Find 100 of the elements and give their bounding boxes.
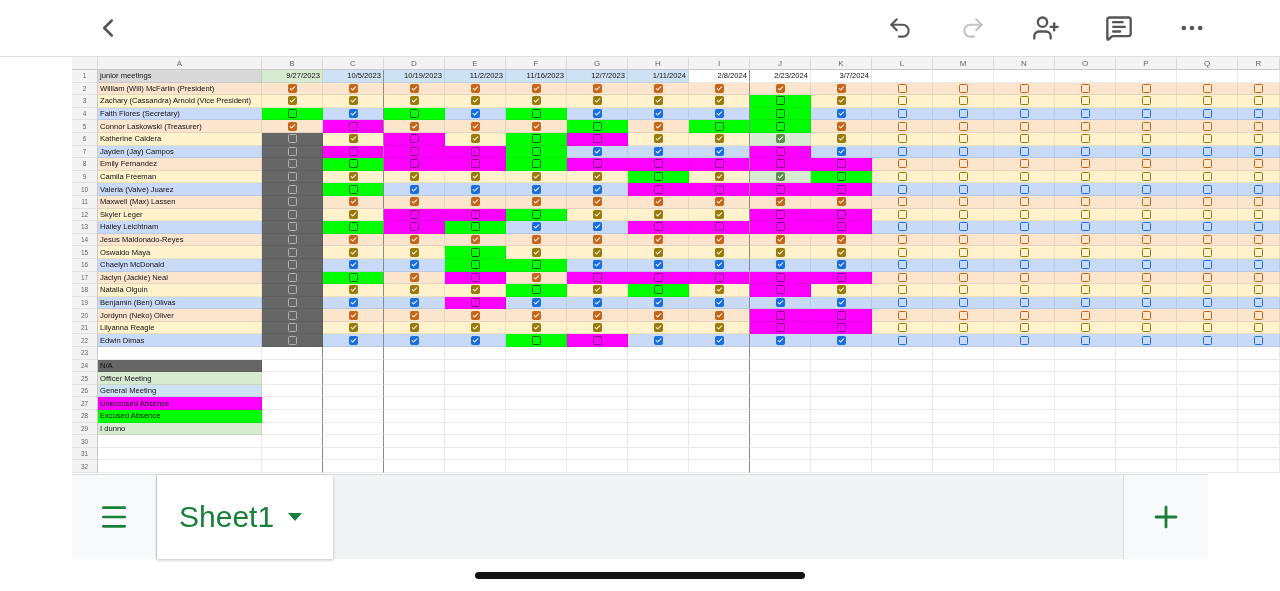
checkbox[interactable] xyxy=(470,184,480,194)
checkbox[interactable] xyxy=(531,272,541,282)
checkbox[interactable] xyxy=(714,209,724,219)
checkbox[interactable] xyxy=(714,222,724,232)
checkbox[interactable] xyxy=(1254,96,1263,106)
checkbox[interactable] xyxy=(1254,172,1263,182)
checkbox[interactable] xyxy=(836,184,846,194)
checkbox[interactable] xyxy=(531,247,541,257)
checkbox[interactable] xyxy=(1202,310,1212,320)
checkbox[interactable] xyxy=(775,335,785,345)
checkbox[interactable] xyxy=(592,209,602,219)
checkbox[interactable] xyxy=(287,272,297,282)
checkbox[interactable] xyxy=(1080,272,1090,282)
checkbox[interactable] xyxy=(1080,172,1090,182)
checkbox[interactable] xyxy=(1019,197,1029,207)
checkbox[interactable] xyxy=(653,184,663,194)
checkbox[interactable] xyxy=(653,172,663,182)
checkbox[interactable] xyxy=(409,184,419,194)
sheet-list-icon[interactable] xyxy=(72,475,157,559)
checkbox[interactable] xyxy=(592,235,602,244)
checkbox[interactable] xyxy=(1202,298,1212,307)
checkbox[interactable] xyxy=(470,298,480,307)
sheet-tab[interactable]: Sheet1 xyxy=(157,475,333,559)
checkbox[interactable] xyxy=(897,235,907,244)
checkbox[interactable] xyxy=(836,285,846,295)
column-header[interactable]: K xyxy=(811,57,872,70)
checkbox[interactable] xyxy=(592,222,602,232)
checkbox[interactable] xyxy=(1080,335,1090,345)
checkbox[interactable] xyxy=(1080,235,1090,244)
checkbox[interactable] xyxy=(714,335,724,345)
checkbox[interactable] xyxy=(653,335,663,345)
checkbox[interactable] xyxy=(470,335,480,345)
checkbox[interactable] xyxy=(897,323,907,333)
checkbox[interactable] xyxy=(714,285,724,295)
checkbox[interactable] xyxy=(409,310,419,320)
checkbox[interactable] xyxy=(1141,209,1151,219)
checkbox[interactable] xyxy=(470,222,480,232)
checkbox[interactable] xyxy=(958,159,968,169)
checkbox[interactable] xyxy=(1141,310,1151,320)
checkbox[interactable] xyxy=(775,310,785,320)
checkbox[interactable] xyxy=(348,109,358,119)
checkbox[interactable] xyxy=(1254,335,1263,345)
checkbox[interactable] xyxy=(531,172,541,182)
checkbox[interactable] xyxy=(287,134,297,144)
checkbox[interactable] xyxy=(714,310,724,320)
checkbox[interactable] xyxy=(1141,121,1151,131)
checkbox[interactable] xyxy=(1202,272,1212,282)
checkbox[interactable] xyxy=(409,197,419,207)
checkbox[interactable] xyxy=(348,121,358,131)
checkbox[interactable] xyxy=(409,335,419,345)
checkbox[interactable] xyxy=(958,121,968,131)
checkbox[interactable] xyxy=(714,172,724,182)
checkbox[interactable] xyxy=(287,209,297,219)
column-header[interactable]: G xyxy=(567,57,628,70)
column-header[interactable]: R xyxy=(1238,57,1280,70)
checkbox[interactable] xyxy=(958,235,968,244)
add-sheet-icon[interactable] xyxy=(1123,475,1208,559)
checkbox[interactable] xyxy=(775,247,785,257)
checkbox[interactable] xyxy=(409,134,419,144)
checkbox[interactable] xyxy=(775,96,785,106)
checkbox[interactable] xyxy=(1254,197,1263,207)
checkbox[interactable] xyxy=(470,172,480,182)
checkbox[interactable] xyxy=(348,184,358,194)
checkbox[interactable] xyxy=(653,134,663,144)
checkbox[interactable] xyxy=(1019,310,1029,320)
checkbox[interactable] xyxy=(897,109,907,119)
checkbox[interactable] xyxy=(1254,109,1263,119)
checkbox[interactable] xyxy=(1254,222,1263,232)
column-header[interactable]: A xyxy=(98,57,262,70)
checkbox[interactable] xyxy=(836,335,846,345)
checkbox[interactable] xyxy=(1019,335,1029,345)
checkbox[interactable] xyxy=(897,335,907,345)
checkbox[interactable] xyxy=(592,323,602,333)
checkbox[interactable] xyxy=(470,134,480,144)
checkbox[interactable] xyxy=(775,159,785,169)
checkbox[interactable] xyxy=(348,272,358,282)
checkbox[interactable] xyxy=(897,121,907,131)
checkbox[interactable] xyxy=(1019,134,1029,144)
checkbox[interactable] xyxy=(470,272,480,282)
checkbox[interactable] xyxy=(592,260,602,270)
checkbox[interactable] xyxy=(958,310,968,320)
checkbox[interactable] xyxy=(348,323,358,333)
checkbox[interactable] xyxy=(714,109,724,119)
checkbox[interactable] xyxy=(287,184,297,194)
checkbox[interactable] xyxy=(592,285,602,295)
checkbox[interactable] xyxy=(958,285,968,295)
checkbox[interactable] xyxy=(592,197,602,207)
checkbox[interactable] xyxy=(1080,310,1090,320)
checkbox[interactable] xyxy=(348,222,358,232)
column-header[interactable]: F xyxy=(506,57,567,70)
checkbox[interactable] xyxy=(348,159,358,169)
checkbox[interactable] xyxy=(1202,134,1212,144)
checkbox[interactable] xyxy=(409,285,419,295)
checkbox[interactable] xyxy=(958,83,968,93)
checkbox[interactable] xyxy=(409,272,419,282)
checkbox[interactable] xyxy=(1141,134,1151,144)
checkbox[interactable] xyxy=(1080,109,1090,119)
checkbox[interactable] xyxy=(775,260,785,270)
checkbox[interactable] xyxy=(653,235,663,244)
checkbox[interactable] xyxy=(1080,260,1090,270)
